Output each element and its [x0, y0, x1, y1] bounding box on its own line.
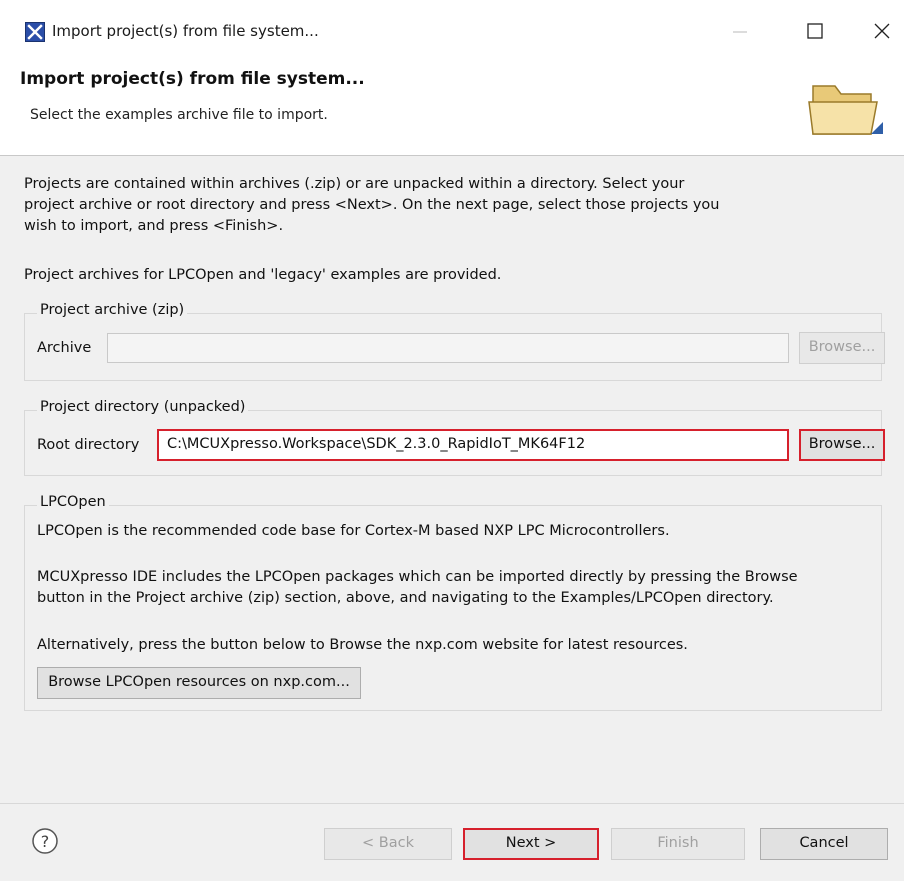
- title-bar: Import project(s) from file system...: [0, 0, 904, 60]
- lpcopen-alternative-note: Alternatively, press the button below to…: [37, 637, 688, 653]
- intro-paragraph: Projects are contained within archives (…: [24, 174, 784, 237]
- project-directory-legend: Project directory (unpacked): [37, 399, 249, 415]
- window-title: Import project(s) from file system...: [52, 22, 319, 40]
- root-directory-input[interactable]: C:\MCUXpresso.Workspace\SDK_2.3.0_RapidI…: [157, 429, 789, 461]
- mcuxpresso-app-icon: [25, 22, 45, 42]
- root-directory-label: Root directory: [37, 437, 140, 453]
- lpcopen-note-line-1: MCUXpresso IDE includes the LPCOpen pack…: [37, 569, 798, 585]
- finish-button[interactable]: Finish: [611, 828, 745, 860]
- wizard-footer: ? < Back Next > Finish Cancel: [0, 803, 904, 881]
- lpcopen-legend: LPCOpen: [37, 494, 109, 510]
- help-icon[interactable]: ?: [31, 827, 59, 855]
- intro-line-2: project archive or root directory and pr…: [24, 197, 720, 213]
- archives-note: Project archives for LPCOpen and 'legacy…: [24, 267, 502, 283]
- project-archive-legend: Project archive (zip): [37, 302, 188, 318]
- next-button[interactable]: Next >: [463, 828, 599, 860]
- maximize-button[interactable]: [795, 14, 835, 48]
- wizard-body: Projects are contained within archives (…: [0, 156, 904, 803]
- open-folder-icon: [808, 85, 883, 135]
- browse-lpcopen-resources-button[interactable]: Browse LPCOpen resources on nxp.com...: [37, 667, 361, 699]
- archive-input[interactable]: [107, 333, 789, 363]
- lpcopen-note-line-2: button in the Project archive (zip) sect…: [37, 590, 774, 606]
- intro-line-1: Projects are contained within archives (…: [24, 176, 685, 192]
- lpcopen-description: LPCOpen is the recommended code base for…: [37, 523, 670, 539]
- minimize-button[interactable]: [720, 14, 760, 48]
- close-button[interactable]: [862, 14, 902, 48]
- project-directory-group: Project directory (unpacked) Root direct…: [24, 399, 885, 476]
- root-directory-browse-button[interactable]: Browse...: [799, 429, 885, 461]
- lpcopen-group: LPCOpen LPCOpen is the recommended code …: [24, 494, 882, 711]
- svg-text:?: ?: [41, 832, 50, 851]
- header-description: Select the examples archive file to impo…: [30, 107, 328, 123]
- archive-browse-button[interactable]: Browse...: [799, 332, 885, 364]
- archive-label: Archive: [37, 340, 92, 356]
- intro-line-3: wish to import, and press <Finish>.: [24, 218, 284, 234]
- project-archive-group: Project archive (zip) Archive Browse...: [24, 302, 885, 381]
- lpcopen-packages-note: MCUXpresso IDE includes the LPCOpen pack…: [37, 567, 877, 609]
- header-title: Import project(s) from file system...: [20, 69, 365, 89]
- wizard-header: Import project(s) from file system... Se…: [0, 60, 904, 156]
- cancel-button[interactable]: Cancel: [760, 828, 888, 860]
- back-button[interactable]: < Back: [324, 828, 452, 860]
